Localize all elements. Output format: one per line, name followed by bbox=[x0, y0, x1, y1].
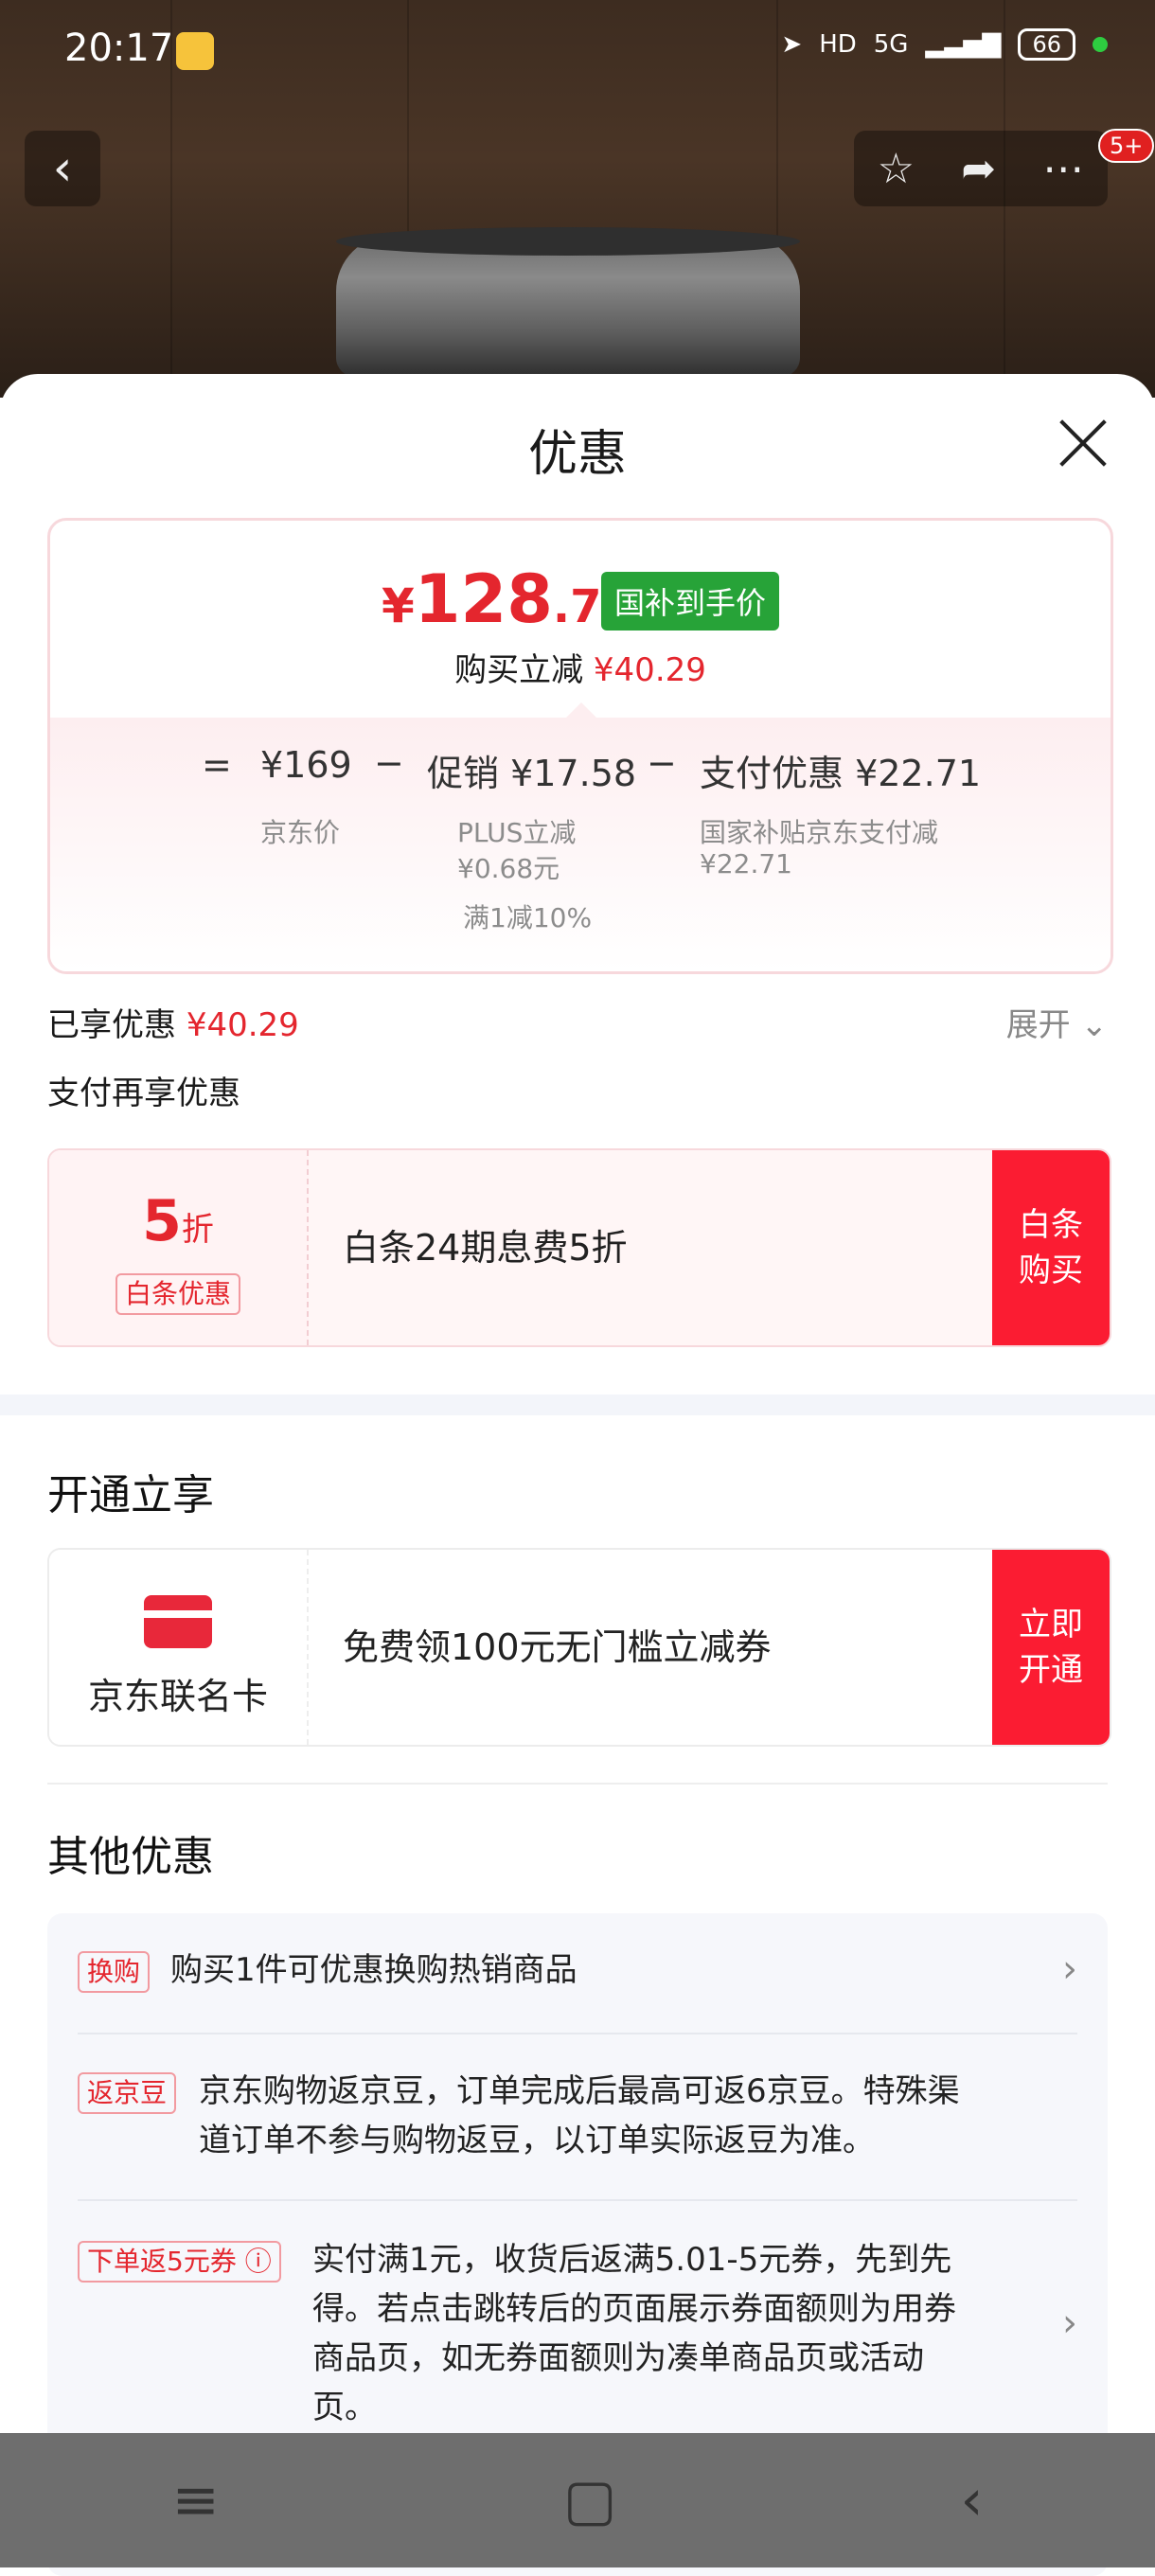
pay-more-title: 支付再享优惠 bbox=[47, 1075, 240, 1112]
status-bar: 20:17 ➤ HD 5G ▂▃▅▇ 66 bbox=[0, 0, 1155, 104]
list-item-jingdou: 返京豆 京东购物返京豆，订单完成后最高可返6京豆。特殊渠 道订单不参与购物返豆，… bbox=[78, 2072, 1077, 2186]
jd-price: ¥169 bbox=[260, 744, 352, 786]
pointer-arrow bbox=[566, 702, 596, 718]
baitiao-text: 白条24期息费5折 bbox=[343, 1227, 628, 1269]
home-icon[interactable]: ▢ bbox=[563, 2467, 617, 2533]
back-icon[interactable]: ‹ bbox=[960, 2467, 983, 2533]
chevron-left-icon: ‹ bbox=[52, 140, 73, 197]
full-reduction-label: 满1减10% bbox=[463, 902, 593, 933]
chevron-right-icon: › bbox=[1062, 2301, 1077, 2345]
equals-sign: = bbox=[202, 744, 232, 786]
menu-icon[interactable]: ≡ bbox=[172, 2467, 220, 2533]
price-integer: 128 bbox=[414, 560, 553, 638]
discount-unit: 折 bbox=[181, 1211, 214, 1249]
expand-label: 展开 bbox=[1005, 1006, 1071, 1044]
expand-button[interactable]: 展开 ⌄ bbox=[1006, 999, 1108, 1045]
open-enjoy-title: 开通立享 bbox=[47, 1471, 214, 1519]
coupon-return-line4: 页。 bbox=[312, 2389, 377, 2426]
signal-icon: ▂▃▅▇ bbox=[925, 30, 1002, 59]
message-badge: 5+ bbox=[1098, 129, 1155, 163]
baitiao-tag-wrap: 白条优惠 bbox=[49, 1273, 307, 1315]
open-now-label: 立即开通 bbox=[1019, 1606, 1083, 1689]
divider bbox=[78, 2033, 1077, 2034]
reduce-label: 购买立减 bbox=[454, 651, 584, 689]
close-icon[interactable] bbox=[1055, 412, 1111, 469]
enjoyed-discount: 已享优惠 ¥40.29 bbox=[47, 999, 299, 1045]
list-item-exchange[interactable]: 换购 购买1件可优惠换购热销商品 › bbox=[78, 1947, 1077, 2027]
national-subsidy-tag: 国补到手价 bbox=[601, 572, 780, 631]
location-icon: ➤ bbox=[781, 30, 803, 59]
other-offers-title: 其他优惠 bbox=[47, 1833, 214, 1881]
pay-discount: 支付优惠 ¥22.71 bbox=[700, 753, 982, 794]
price-currency: ¥ bbox=[382, 578, 415, 633]
more-icon[interactable]: ⋯ bbox=[1042, 145, 1084, 193]
status-dot-icon bbox=[1093, 37, 1108, 52]
status-time: 20:17 bbox=[64, 27, 174, 70]
top-tools: ☆ ➦ ⋯ bbox=[854, 131, 1108, 206]
baitiao-offer-card[interactable]: 5折 白条优惠 白条24期息费5折 白条购买 bbox=[47, 1148, 1111, 1347]
minus-sign: − bbox=[374, 742, 404, 784]
cobrand-card-name: 京东联名卡 bbox=[87, 1676, 268, 1717]
coupon-return-tag: 下单返5元券 ⓘ bbox=[78, 2241, 281, 2283]
system-nav-bar: ≡ ▢ ‹ bbox=[0, 2433, 1155, 2567]
baitiao-text-area: 白条24期息费5折 bbox=[309, 1150, 992, 1345]
enjoyed-label: 已享优惠 bbox=[47, 1006, 176, 1044]
final-price: ¥ 128 .71 bbox=[382, 560, 633, 638]
cobrand-card-text: 免费领100元无门槛立减券 bbox=[343, 1626, 772, 1668]
app-notification-icon bbox=[176, 32, 214, 70]
baitiao-buy-button[interactable]: 白条购买 bbox=[992, 1150, 1110, 1345]
divider bbox=[78, 2199, 1077, 2201]
baitiao-tag: 白条优惠 bbox=[115, 1273, 240, 1315]
price-summary: ¥ 128 .71 国补到手价 购买立减 ¥40.29 bbox=[50, 521, 1111, 718]
plus-reduction-value: ¥0.68元 bbox=[457, 853, 560, 884]
reduce-amount: ¥40.29 bbox=[593, 651, 706, 689]
credit-card-icon bbox=[144, 1595, 212, 1648]
price-formula: = ¥169 京东价 − 促销 ¥17.58 PLUS立减 ¥0.68元 满1减… bbox=[50, 718, 1111, 971]
plus-reduction-label: PLUS立减 bbox=[457, 817, 577, 848]
enjoyed-amount: ¥40.29 bbox=[186, 1006, 299, 1044]
baitiao-buy-label: 白条购买 bbox=[1019, 1206, 1083, 1289]
share-icon[interactable]: ➦ bbox=[961, 145, 996, 193]
price-breakdown-box: ¥ 128 .71 国补到手价 购买立减 ¥40.29 = ¥169 京东价 −… bbox=[47, 518, 1113, 974]
open-now-button[interactable]: 立即开通 bbox=[992, 1550, 1110, 1745]
chevron-right-icon: › bbox=[1062, 1947, 1077, 1991]
cobrand-text-area: 免费领100元无门槛立减券 bbox=[309, 1550, 992, 1745]
cobrand-card-offer[interactable]: 京东联名卡 免费领100元无门槛立减券 立即开通 bbox=[47, 1548, 1111, 1747]
chevron-down-icon: ⌄ bbox=[1080, 1006, 1109, 1044]
coupon-return-line3: 商品页，如无券面额则为凑单商品页或活动 bbox=[312, 2339, 924, 2377]
cobrand-card-left: 京东联名卡 bbox=[49, 1550, 309, 1745]
pay-discount-desc: 国家补贴京东支付减 bbox=[700, 817, 939, 848]
coupon-return-line1: 实付满1元，收货后返满5.01-5元券，先到先 bbox=[312, 2241, 952, 2279]
sheet-title: 优惠 bbox=[527, 426, 627, 483]
product-image-top bbox=[336, 227, 800, 256]
hd-icon: HD bbox=[819, 30, 857, 59]
star-icon[interactable]: ☆ bbox=[878, 145, 915, 193]
discount-number: 5 bbox=[142, 1188, 182, 1254]
exchange-text: 购买1件可优惠换购热销商品 bbox=[170, 1951, 578, 1989]
product-image bbox=[336, 235, 800, 377]
network-label: 5G bbox=[873, 30, 909, 59]
jingdou-tag: 返京豆 bbox=[78, 2072, 177, 2114]
divider bbox=[47, 1783, 1108, 1785]
back-button[interactable]: ‹ bbox=[25, 131, 100, 206]
jingdou-text-line2: 道订单不参与购物返豆，以订单实际返豆为准。 bbox=[199, 2122, 875, 2159]
purchase-reduction: 购买立减 ¥40.29 bbox=[50, 644, 1111, 690]
minus-sign-2: − bbox=[647, 742, 677, 784]
exchange-tag: 换购 bbox=[78, 1951, 151, 1993]
discount-sheet: 优惠 ¥ 128 .71 国补到手价 购买立减 ¥40.29 = ¥169 京东… bbox=[0, 374, 1155, 2576]
section-divider bbox=[0, 1395, 1155, 1415]
baitiao-discount-value: 5折 bbox=[49, 1188, 307, 1254]
baitiao-discount: 5折 白条优惠 bbox=[49, 1150, 309, 1345]
promo-amount: 促销 ¥17.58 bbox=[427, 753, 637, 794]
jd-price-label: 京东价 bbox=[260, 817, 341, 848]
battery-icon: 66 bbox=[1018, 28, 1075, 61]
coupon-return-line2: 得。若点击跳转后的页面展示券面额则为用券 bbox=[312, 2290, 956, 2328]
jingdou-text-line1: 京东购物返京豆，订单完成后最高可返6京豆。特殊渠 bbox=[199, 2072, 960, 2110]
pay-discount-value: ¥22.71 bbox=[700, 848, 792, 879]
